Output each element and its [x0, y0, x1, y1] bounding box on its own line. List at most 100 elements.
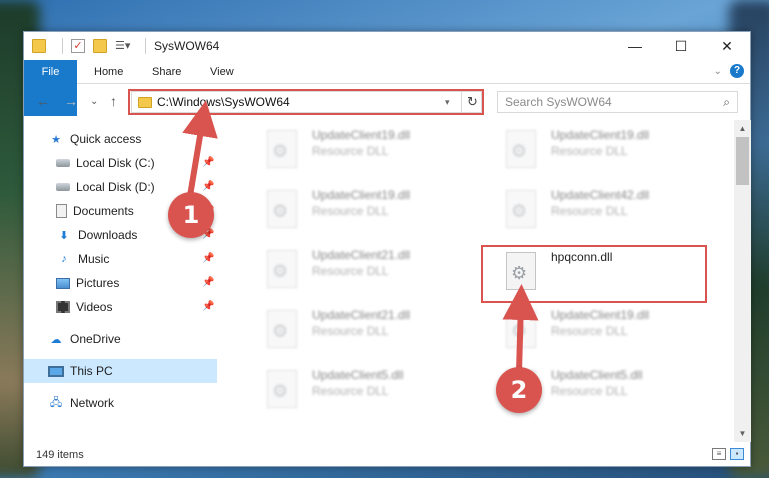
file-item[interactable]: UpdateClient19.dll Resource DLL	[267, 186, 487, 242]
sidebar-item-label: OneDrive	[70, 332, 121, 346]
properties-icon[interactable]: ✓	[71, 39, 85, 53]
scroll-thumb[interactable]	[736, 137, 749, 185]
sidebar-item-onedrive[interactable]: ☁ OneDrive	[48, 327, 121, 351]
scroll-down-icon[interactable]: ▼	[734, 425, 751, 442]
dll-file-icon	[506, 310, 536, 348]
file-name: UpdateClient21.dll	[312, 248, 411, 262]
file-item[interactable]: UpdateClient19.dll Resource DLL	[506, 306, 726, 362]
pin-icon: 📌	[202, 157, 215, 168]
dll-file-icon	[506, 190, 536, 228]
sidebar-item-label: Documents	[73, 204, 134, 218]
sidebar-item-local-disk-d[interactable]: Local Disk (D:)	[56, 175, 155, 199]
close-button[interactable]: ✕	[704, 32, 750, 60]
sidebar-item-label: Local Disk (C:)	[76, 156, 155, 170]
details-view-icon[interactable]: ≡	[712, 448, 726, 460]
new-folder-icon[interactable]	[93, 39, 107, 53]
file-item[interactable]: UpdateClient42.dll Resource DLL	[506, 186, 726, 242]
search-box[interactable]: Search SysWOW64 ⌕	[497, 91, 738, 113]
dll-file-icon	[267, 370, 297, 408]
sidebar-item-documents[interactable]: Documents	[56, 199, 134, 223]
window-controls: — ☐ ✕	[612, 32, 750, 60]
videos-icon	[56, 301, 70, 313]
file-type: Resource DLL	[312, 324, 389, 338]
star-icon: ★	[51, 133, 61, 146]
address-highlight-box	[128, 89, 484, 115]
disk-icon	[56, 159, 70, 167]
item-count: 149 items	[36, 448, 84, 461]
navigation-pane: ★ Quick access Local Disk (C:) 📌 Local D…	[24, 124, 217, 442]
sidebar-item-music[interactable]: ♪ Music	[56, 247, 109, 271]
sidebar-item-label: Local Disk (D:)	[76, 180, 155, 194]
customize-toolbar-icon[interactable]: ☰▾	[115, 39, 130, 53]
sidebar-item-quick-access[interactable]: ★ Quick access	[48, 127, 141, 151]
step-badge-2: 2	[496, 367, 542, 413]
file-item[interactable]: UpdateClient21.dll Resource DLL	[267, 306, 487, 362]
dll-file-icon	[267, 250, 297, 288]
file-item[interactable]: UpdateClient5.dll Resource DLL	[267, 366, 487, 422]
sidebar-item-downloads[interactable]: ⬇ Downloads	[56, 223, 137, 247]
file-item[interactable]: UpdateClient19.dll Resource DLL	[506, 126, 726, 182]
pin-icon: 📌	[202, 277, 215, 288]
file-item[interactable]: UpdateClient21.dll Resource DLL	[267, 246, 487, 302]
large-icons-view-icon[interactable]: ▪	[730, 448, 744, 460]
cloud-icon: ☁	[50, 333, 62, 346]
file-type: Resource DLL	[312, 384, 389, 398]
file-type: Resource DLL	[312, 264, 389, 278]
file-name: UpdateClient19.dll	[312, 128, 411, 142]
file-type: Resource DLL	[312, 144, 389, 158]
minimize-button[interactable]: —	[612, 32, 658, 60]
sidebar-item-this-pc[interactable]: This PC	[24, 359, 217, 383]
pin-icon: 📌	[202, 181, 215, 192]
search-icon: ⌕	[723, 95, 730, 109]
search-input[interactable]: Search SysWOW64	[505, 95, 612, 109]
sidebar-item-network[interactable]: 🖧 Network	[48, 391, 114, 415]
sidebar-item-videos[interactable]: Videos	[56, 295, 112, 319]
maximize-button[interactable]: ☐	[658, 32, 704, 60]
file-type: Resource DLL	[551, 324, 628, 338]
divider	[62, 38, 63, 54]
disk-icon	[56, 183, 70, 191]
file-name: UpdateClient19.dll	[551, 308, 650, 322]
pin-icon: 📌	[202, 253, 215, 264]
status-bar: 149 items ≡ ▪	[24, 442, 750, 467]
file-name: UpdateClient21.dll	[312, 308, 411, 322]
file-name: UpdateClient5.dll	[551, 368, 643, 382]
sidebar-item-label: Quick access	[70, 132, 142, 146]
help-icon[interactable]: ?	[730, 64, 744, 78]
scroll-up-icon[interactable]: ▲	[734, 120, 751, 137]
tab-view[interactable]: View	[210, 60, 234, 84]
file-name: UpdateClient19.dll	[312, 188, 411, 202]
network-icon: 🖧	[49, 396, 63, 409]
title-bar: ✓ ☰▾ SysWOW64 — ☐ ✕	[24, 32, 750, 60]
download-icon: ⬇	[59, 229, 69, 242]
sidebar-item-pictures[interactable]: Pictures	[56, 271, 119, 295]
tab-home[interactable]: Home	[94, 60, 123, 84]
file-type: Resource DLL	[551, 144, 628, 158]
music-icon: ♪	[61, 253, 67, 265]
sidebar-item-local-disk-c[interactable]: Local Disk (C:)	[56, 151, 216, 175]
file-item[interactable]: UpdateClient19.dll Resource DLL	[267, 126, 487, 182]
up-button[interactable]: ↑	[110, 93, 117, 109]
dll-file-icon	[267, 190, 297, 228]
vertical-scrollbar[interactable]: ▲ ▼	[734, 120, 751, 442]
forward-button[interactable]: →	[64, 93, 78, 109]
recent-locations-button[interactable]: ⌄	[90, 96, 98, 107]
file-name: UpdateClient19.dll	[551, 128, 650, 142]
quick-access-toolbar: ✓ ☰▾ SysWOW64	[32, 38, 219, 54]
file-name: UpdateClient42.dll	[551, 188, 650, 202]
sidebar-item-label: Network	[70, 396, 115, 410]
tab-share[interactable]: Share	[152, 60, 181, 84]
pictures-icon	[56, 277, 70, 289]
dll-file-icon	[267, 310, 297, 348]
divider	[145, 38, 146, 54]
expand-ribbon-icon[interactable]: ⌄	[714, 66, 722, 77]
back-button[interactable]: ←	[36, 93, 50, 109]
explorer-window: ✓ ☰▾ SysWOW64 — ☐ ✕ File Home Share View…	[23, 31, 751, 467]
file-type: Resource DLL	[551, 384, 628, 398]
pin-icon: 📌	[202, 301, 215, 312]
dll-file-icon	[506, 130, 536, 168]
sidebar-item-label: Pictures	[76, 276, 120, 290]
file-type: Resource DLL	[551, 204, 628, 218]
ribbon: File Home Share View ⌄ ?	[24, 60, 750, 116]
sidebar-item-label: This PC	[70, 364, 113, 378]
